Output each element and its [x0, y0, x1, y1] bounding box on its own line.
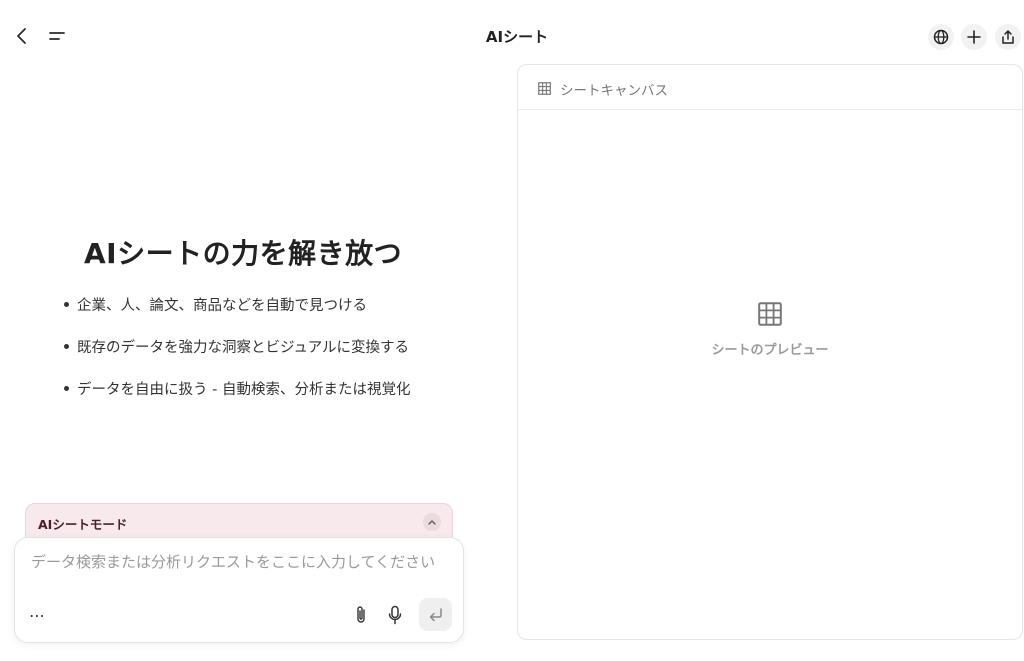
- bullet-icon: [64, 386, 69, 391]
- globe-icon: [933, 29, 949, 45]
- query-input[interactable]: [29, 552, 453, 572]
- preview-label: シートのプレビュー: [711, 343, 829, 358]
- list-item: 企業、人、論文、商品などを自動で見つける: [64, 294, 410, 336]
- mode-collapse-button[interactable]: [423, 513, 441, 531]
- sheet-canvas-panel: シートキャンバス シートのプレビュー: [517, 64, 1023, 640]
- panel-title: シートキャンバス: [560, 83, 668, 99]
- hero-title: AIシートの力を解き放つ: [84, 237, 403, 270]
- composer: ⋯: [14, 537, 464, 643]
- mode-label: AIシートモード: [38, 517, 128, 532]
- send-button[interactable]: [419, 598, 452, 631]
- list-item: 既存のデータを強力な洞察とビジュアルに変換する: [64, 336, 410, 378]
- share-icon: [1002, 30, 1014, 44]
- new-button[interactable]: [961, 24, 987, 50]
- feature-list: 企業、人、論文、商品などを自動で見つける 既存のデータを強力な洞察とビジュアルに…: [64, 294, 410, 420]
- paperclip-icon: [357, 606, 365, 623]
- table-icon: [538, 80, 551, 99]
- list-item: データを自由に扱う - 自動検索、分析または視覚化: [64, 378, 410, 420]
- language-button[interactable]: [928, 24, 954, 50]
- panel-header: シートキャンバス: [518, 65, 1022, 110]
- bullet-icon: [64, 344, 69, 349]
- grid-preview-icon: [758, 302, 782, 330]
- page-title: AIシート: [485, 28, 549, 46]
- more-options-button[interactable]: ⋯: [29, 606, 46, 625]
- enter-icon: [429, 607, 442, 621]
- attach-button[interactable]: [351, 604, 371, 626]
- microphone-icon: [388, 605, 402, 625]
- chevron-up-icon: [428, 520, 436, 525]
- share-button[interactable]: [995, 24, 1021, 50]
- plus-icon: [967, 30, 981, 44]
- bullet-icon: [64, 302, 69, 307]
- voice-input-button[interactable]: [384, 604, 406, 626]
